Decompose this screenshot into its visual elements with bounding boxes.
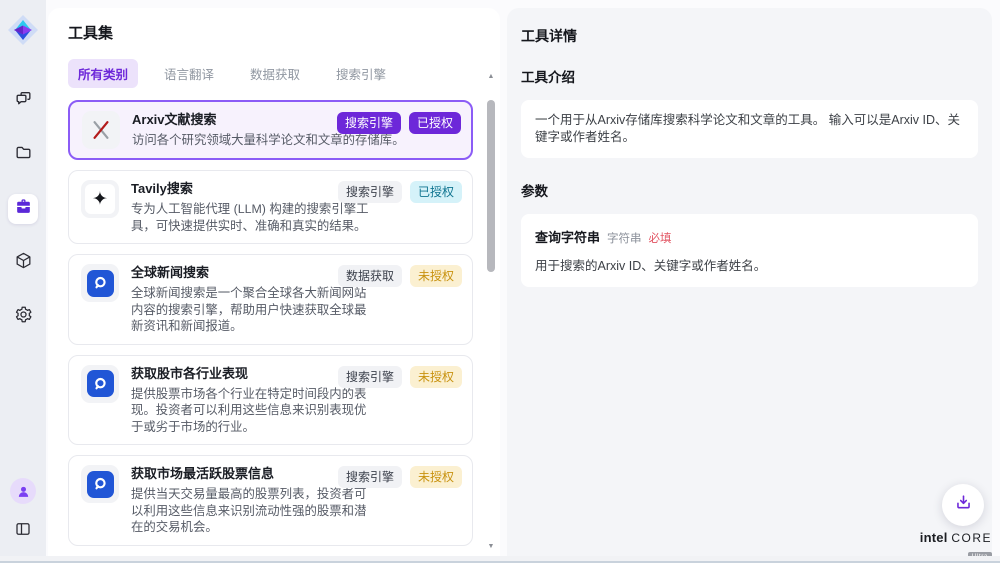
tool-list: Arxiv文献搜索 访问各个研究领域大量科学论文和文章的存储库。 搜索引擎 已授…: [48, 100, 473, 556]
tool-icon: ✦: [81, 180, 119, 218]
category-tab[interactable]: 搜索引擎: [326, 59, 396, 88]
app-logo-icon: [7, 14, 39, 46]
params-heading: 参数: [521, 180, 978, 200]
scroll-down-arrow-icon[interactable]: ▼: [486, 542, 496, 552]
authorization-badge: 未授权: [410, 265, 462, 287]
parameter-card: 查询字符串 字符串 必填 用于搜索的Arxiv ID、关键字或作者姓名。: [521, 214, 978, 287]
sidebar-item-settings[interactable]: [8, 302, 38, 332]
toolbox-icon: [14, 197, 33, 221]
param-type: 字符串: [607, 230, 642, 246]
settings-gear-icon: [14, 305, 33, 329]
tool-name: 获取股市各行业表现: [131, 366, 371, 382]
tool-card[interactable]: ✦ Tavily搜索 专为人工智能代理 (LLM) 构建的搜索引擎工具，可快速提…: [68, 170, 473, 244]
intro-heading: 工具介绍: [521, 66, 978, 86]
param-required-flag: 必填: [649, 230, 672, 246]
intel-wordmark: intel: [920, 530, 948, 545]
download-button[interactable]: [942, 484, 984, 526]
download-icon: [954, 493, 973, 517]
authorization-badge: 已授权: [410, 181, 462, 203]
sidebar-item-models[interactable]: [8, 248, 38, 278]
toollist-title: 工具集: [68, 22, 500, 43]
param-description: 用于搜索的Arxiv ID、关键字或作者姓名。: [535, 255, 964, 274]
sidebar-item-chat[interactable]: [8, 86, 38, 116]
tool-name: Tavily搜索: [131, 181, 371, 197]
panel-toggle-button[interactable]: [8, 516, 38, 546]
category-badge: 搜索引擎: [338, 366, 402, 388]
core-wordmark: core: [951, 531, 992, 545]
tool-icon: [81, 365, 119, 403]
tool-name: 获取市场最活跃股票信息: [131, 466, 371, 482]
list-scrollbar[interactable]: ▲ ▼: [486, 72, 496, 552]
category-badge: 搜索引擎: [338, 181, 402, 203]
authorization-badge: 已授权: [409, 112, 461, 134]
category-badge: 搜索引擎: [337, 112, 401, 134]
window-bottom-edge: [0, 556, 1000, 563]
quark-browser-icon: [87, 471, 114, 498]
param-name: 查询字符串: [535, 227, 600, 246]
category-badge: 搜索引擎: [338, 466, 402, 488]
user-avatar[interactable]: [10, 478, 36, 504]
tool-description: 访问各个研究领域大量科学论文和文章的存储库。: [132, 132, 424, 149]
sidebar-item-files[interactable]: [8, 140, 38, 170]
category-badge: 数据获取: [338, 265, 402, 287]
category-tab[interactable]: 数据获取: [240, 59, 310, 88]
authorization-badge: 未授权: [410, 466, 462, 488]
cube-icon: [14, 251, 33, 275]
tool-icon: [81, 264, 119, 302]
tool-name: 全球新闻搜索: [131, 265, 371, 281]
category-tab[interactable]: 语言翻译: [154, 59, 224, 88]
authorization-badge: 未授权: [410, 366, 462, 388]
sparkle-icon: ✦: [85, 184, 115, 214]
quark-browser-icon: [87, 270, 114, 297]
arxiv-icon: [90, 119, 112, 141]
category-tab[interactable]: 所有类别: [68, 59, 138, 88]
tool-icon: [82, 111, 120, 149]
tool-description: 提供当天交易量最高的股票列表，投资者可以利用这些信息来识别流动性强的股票和潜在的…: [131, 486, 371, 536]
tool-card[interactable]: Arxiv文献搜索 访问各个研究领域大量科学论文和文章的存储库。 搜索引擎 已授…: [68, 100, 473, 160]
panel-toggle-icon: [14, 520, 32, 543]
scroll-up-arrow-icon[interactable]: ▲: [486, 72, 496, 82]
person-icon: [16, 484, 31, 499]
sidebar-item-tools[interactable]: [8, 194, 38, 224]
chat-icon: [14, 89, 33, 113]
details-title: 工具详情: [521, 26, 978, 46]
intro-text: 一个用于从Arxiv存储库搜索科学论文和文章的工具。 输入可以是Arxiv ID…: [521, 100, 978, 158]
category-tabs: 所有类别语言翻译数据获取搜索引擎: [68, 59, 500, 88]
left-icon-rail: [0, 0, 46, 556]
tool-description: 全球新闻搜索是一个聚合全球各大新闻网站内容的搜索引擎，帮助用户快速获取全球最新资…: [131, 285, 371, 335]
tool-description: 专为人工智能代理 (LLM) 构建的搜索引擎工具，可快速提供实时、准确和真实的结…: [131, 201, 371, 234]
tool-details-panel: 工具详情 工具介绍 一个用于从Arxiv存储库搜索科学论文和文章的工具。 输入可…: [507, 8, 992, 556]
quark-browser-icon: [87, 370, 114, 397]
tool-card[interactable]: 全球新闻搜索 全球新闻搜索是一个聚合全球各大新闻网站内容的搜索引擎，帮助用户快速…: [68, 254, 473, 345]
tool-description: 提供股票市场各个行业在特定时间段内的表现。投资者可以利用这些信息来识别表现优于或…: [131, 386, 371, 436]
tool-icon: [81, 465, 119, 503]
tool-card[interactable]: 获取股市各行业表现 提供股票市场各个行业在特定时间段内的表现。投资者可以利用这些…: [68, 355, 473, 446]
folder-icon: [14, 143, 33, 167]
scrollbar-thumb[interactable]: [487, 100, 495, 272]
tool-card[interactable]: 获取市场最活跃股票信息 提供当天交易量最高的股票列表，投资者可以利用这些信息来识…: [68, 455, 473, 546]
tool-list-panel: 工具集 所有类别语言翻译数据获取搜索引擎 Arxiv文献搜索 访问各个研究领域大…: [48, 8, 500, 556]
